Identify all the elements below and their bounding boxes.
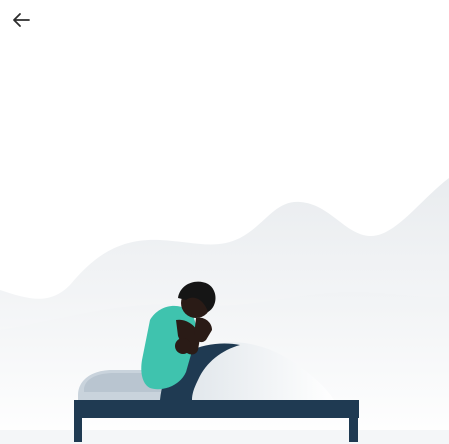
sleep-screen	[0, 0, 449, 444]
back-button[interactable]	[6, 6, 36, 34]
bed-frame	[74, 400, 359, 418]
arrow-left-icon	[13, 13, 30, 27]
sleepless-illustration	[0, 178, 449, 444]
